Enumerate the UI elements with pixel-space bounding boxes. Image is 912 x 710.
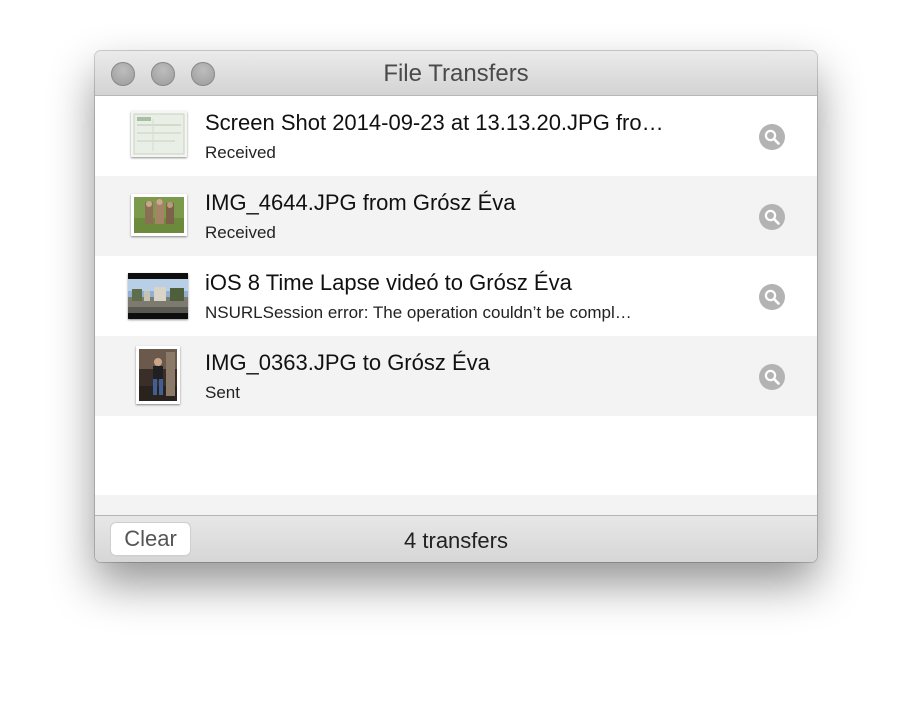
transfer-status: Received: [205, 143, 276, 162]
transfer-title: IMG_4644.JPG from Grósz Éva: [205, 190, 516, 215]
magnifying-glass-icon: [764, 209, 780, 225]
transfer-list[interactable]: Screen Shot 2014-09-23 at 13.13.20.JPG f…: [95, 96, 817, 515]
file-transfers-window: File Transfers Screen Shot 2014-09-23 at…: [95, 51, 817, 562]
reveal-in-finder-button[interactable]: [759, 124, 785, 150]
transfer-row[interactable]: IMG_0363.JPG to Grósz Éva Sent: [95, 336, 817, 416]
reveal-in-finder-button[interactable]: [759, 364, 785, 390]
transfer-status: Received: [205, 223, 276, 242]
magnifying-glass-icon: [764, 369, 780, 385]
transfer-title: IMG_0363.JPG to Grósz Éva: [205, 350, 490, 375]
transfer-status: NSURLSession error: The operation couldn…: [205, 303, 632, 322]
title-bar[interactable]: File Transfers: [95, 51, 817, 96]
transfer-row[interactable]: Screen Shot 2014-09-23 at 13.13.20.JPG f…: [95, 96, 817, 176]
photo-thumbnail: [136, 346, 180, 404]
transfer-row[interactable]: iOS 8 Time Lapse videó to Grósz Éva NSUR…: [95, 256, 817, 336]
magnifying-glass-icon: [764, 129, 780, 145]
reveal-in-finder-button[interactable]: [759, 284, 785, 310]
screenshot-thumbnail: [131, 111, 187, 157]
transfer-title: iOS 8 Time Lapse videó to Grósz Éva: [205, 270, 572, 295]
transfer-count: 4 transfers: [404, 528, 508, 553]
window-title: File Transfers: [383, 60, 529, 87]
video-thumbnail: [128, 273, 188, 319]
magnifying-glass-icon: [764, 289, 780, 305]
transfer-status: Sent: [205, 383, 240, 402]
reveal-in-finder-button[interactable]: [759, 204, 785, 230]
transfer-row[interactable]: IMG_4644.JPG from Grósz Éva Received: [95, 176, 817, 256]
bottom-bar: Clear 4 transfers: [95, 515, 817, 562]
empty-list-stripe: [95, 495, 817, 515]
photo-thumbnail: [131, 194, 187, 236]
transfer-title: Screen Shot 2014-09-23 at 13.13.20.JPG f…: [205, 110, 664, 135]
